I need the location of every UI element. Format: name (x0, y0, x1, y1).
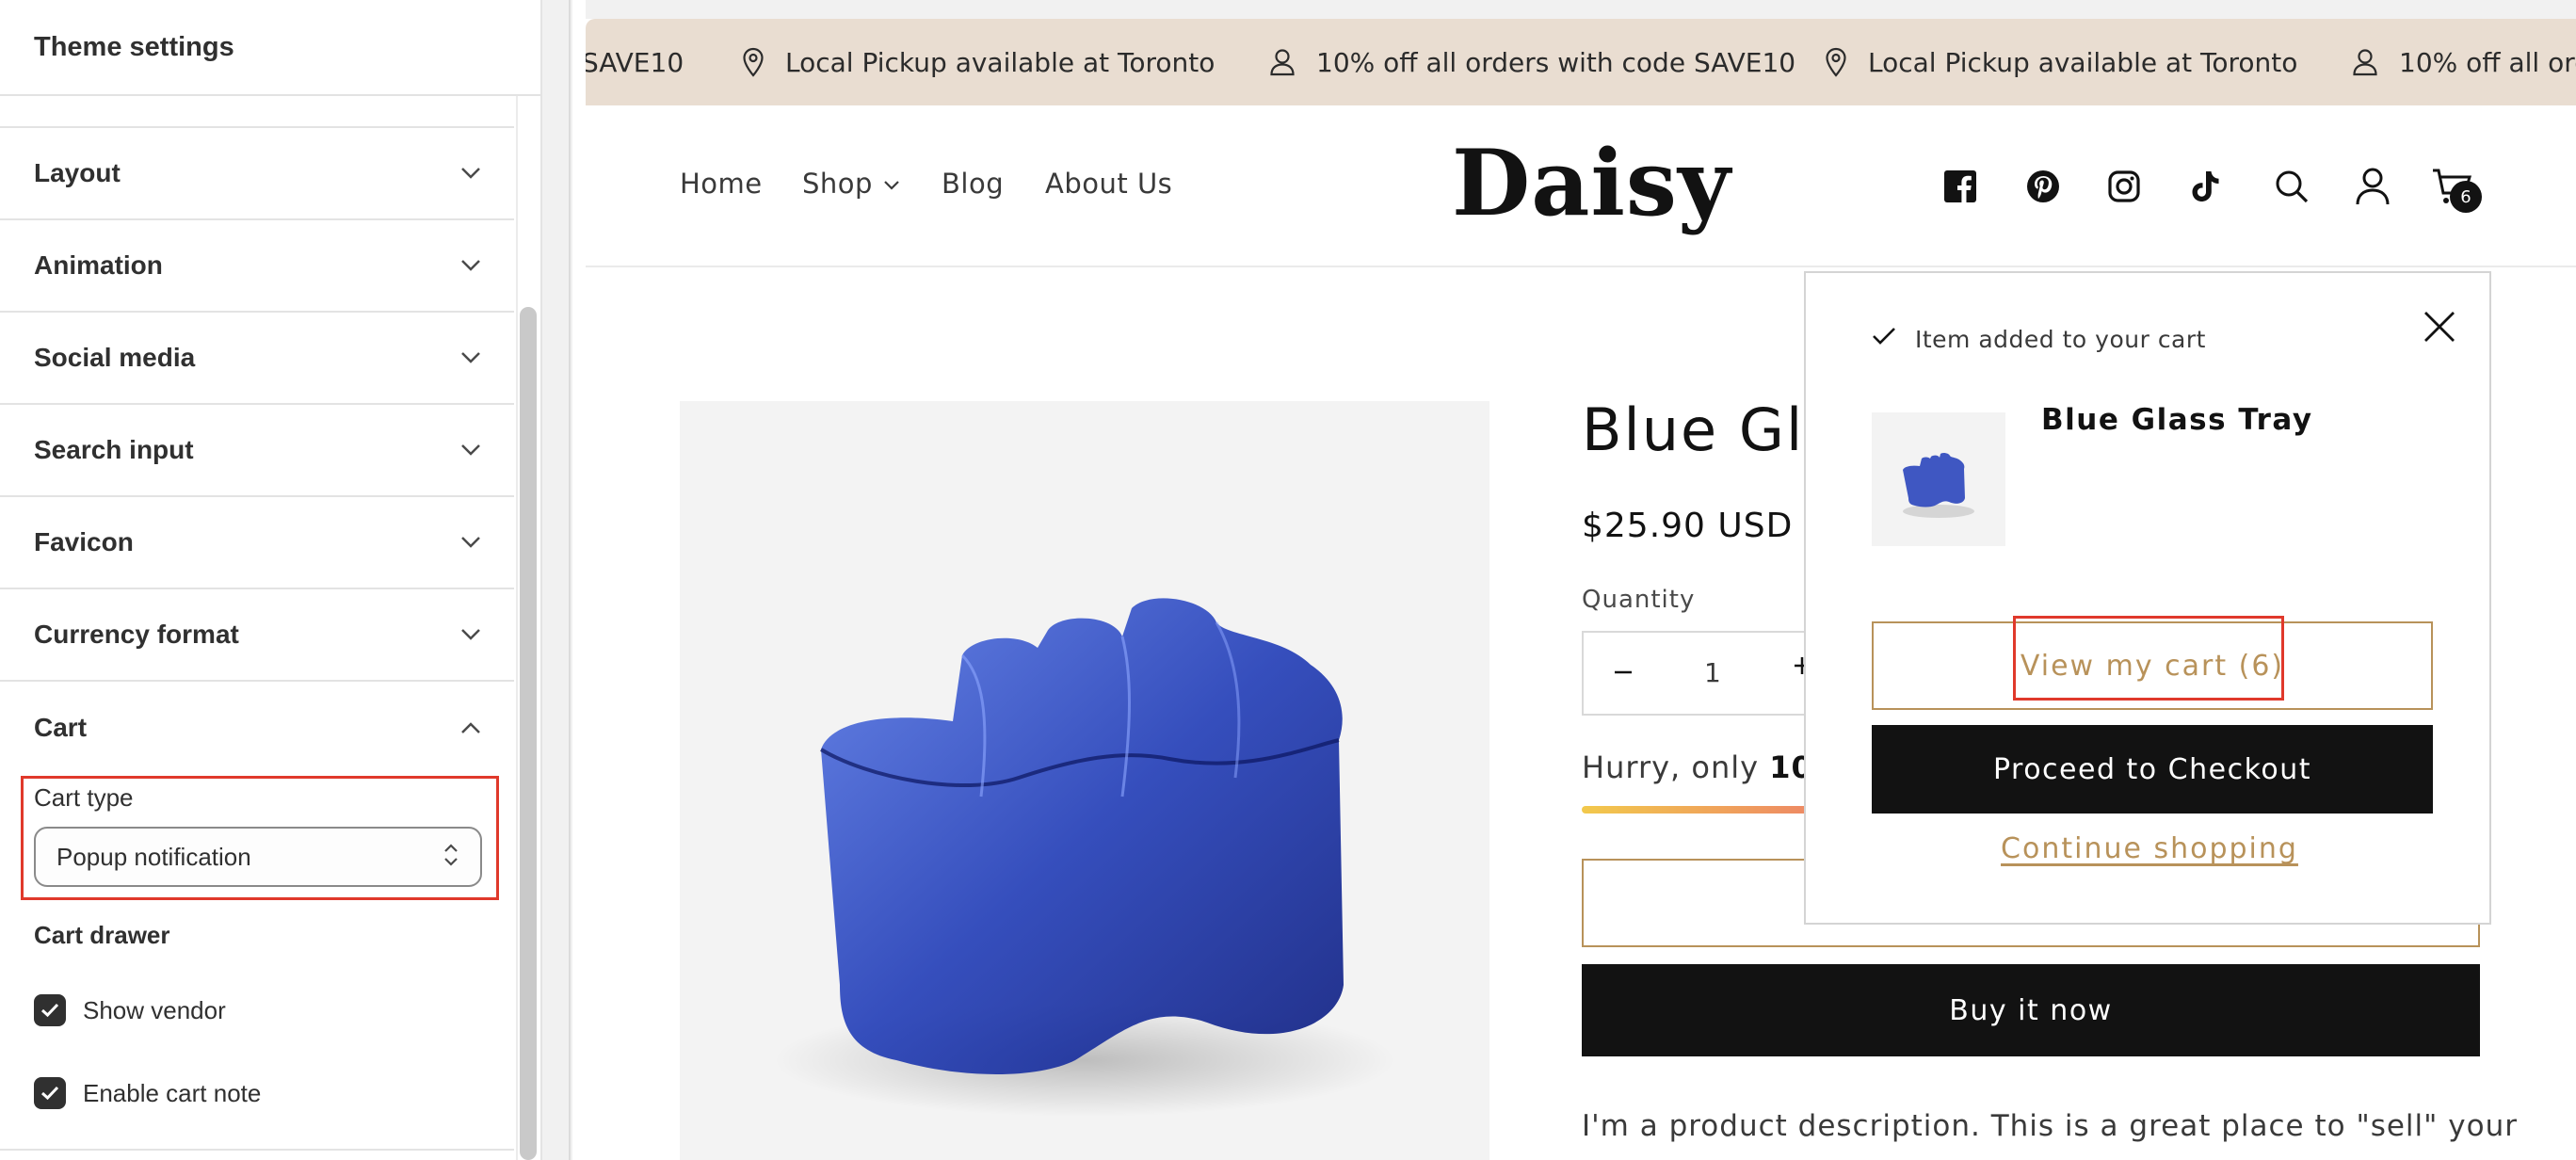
chevron-down-icon (459, 623, 482, 646)
chevron-down-icon (459, 531, 482, 554)
cart-notification-popup: Item added to your cart Blue Glass Tray … (1804, 271, 2491, 925)
quantity-label: Quantity (1582, 586, 1696, 614)
store-preview: SAVE10 Local Pickup available at Toronto… (586, 0, 2576, 1160)
search-icon[interactable] (2269, 164, 2314, 209)
panel-title: Theme settings (34, 31, 234, 62)
section-search-input[interactable]: Search input (0, 405, 514, 497)
proceed-to-checkout-button[interactable]: Proceed to Checkout (1872, 725, 2433, 814)
section-favicon[interactable]: Favicon (0, 497, 514, 589)
chevron-down-icon (459, 254, 482, 277)
facebook-icon[interactable] (1938, 164, 1983, 209)
account-icon[interactable] (2350, 164, 2395, 209)
stock-progress-bar (1582, 806, 1808, 814)
select-arrows-icon (443, 842, 459, 873)
location-pin-icon (1826, 47, 1846, 77)
nav-about-us[interactable]: About Us (1045, 168, 1172, 200)
person-icon (2353, 49, 2377, 76)
low-stock-prefix: Hurry, only (1582, 749, 1770, 785)
section-label: Cart (34, 713, 88, 742)
enable-cart-note-checkbox[interactable]: Enable cart note (34, 1077, 261, 1109)
announcement-text: 10% off all orders with code SAVE10 (2399, 46, 2576, 78)
announcement-text: 10% off all orders with code SAVE10 (1316, 46, 1796, 78)
section-animation[interactable]: Animation (0, 220, 514, 313)
quantity-stepper: 1 (1582, 631, 1810, 716)
cart-type-select[interactable]: Popup notification (34, 827, 482, 887)
cart-count-badge: 6 (2450, 181, 2482, 213)
chevron-down-icon (459, 162, 482, 185)
panel-header: Theme settings (0, 0, 540, 96)
location-pin-icon (743, 47, 764, 77)
continue-shopping-link[interactable]: Continue shopping (1806, 832, 2493, 865)
product-image[interactable] (680, 401, 1489, 1160)
announcement-text: SAVE10 (586, 46, 684, 78)
announcement-item: Local Pickup available at Toronto (1825, 19, 2297, 105)
checkmark-icon (1872, 326, 1896, 351)
low-stock-text: Hurry, only 10 i (1582, 749, 1833, 785)
close-icon[interactable] (2420, 307, 2459, 346)
chevron-up-icon (459, 717, 482, 739)
panel-scrollbar-thumb[interactable] (520, 307, 537, 1160)
announcement-item: 10% off all orders with code SAVE10 (1269, 19, 1795, 105)
section-layout[interactable]: Layout (0, 128, 514, 220)
section-label: Social media (34, 343, 196, 372)
cart-drawer-label: Cart drawer (34, 921, 170, 949)
section-label: Layout (34, 158, 121, 187)
chevron-down-icon (459, 439, 482, 461)
theme-settings-panel: Theme settings Layout Animation Social m… (0, 0, 542, 1160)
nav-blog[interactable]: Blog (942, 168, 1004, 200)
section-cart[interactable]: Cart (0, 682, 514, 774)
tiktok-icon[interactable] (2182, 164, 2228, 209)
announcement-text: Local Pickup available at Toronto (785, 46, 1216, 78)
nav-shop[interactable]: Shop (802, 168, 873, 200)
cart-item-thumbnail (1872, 412, 2005, 546)
buy-it-now-button[interactable]: Buy it now (1582, 964, 2480, 1056)
show-vendor-label: Show vendor (83, 995, 226, 1024)
section-label: Favicon (34, 527, 134, 556)
announcement-item: SAVE10 (586, 19, 684, 105)
enable-cart-note-label: Enable cart note (83, 1078, 262, 1107)
checkmark-icon (34, 994, 66, 1026)
cart-type-value: Popup notification (56, 842, 251, 871)
divider-line (569, 0, 571, 1160)
section-social-media[interactable]: Social media (0, 313, 514, 405)
person-icon (1270, 49, 1295, 76)
section-label: Animation (34, 250, 163, 280)
instagram-icon[interactable] (2101, 164, 2147, 209)
nav-home[interactable]: Home (680, 168, 763, 200)
store-logo[interactable]: Daisy (1452, 130, 1731, 236)
quantity-input[interactable]: 1 (1704, 657, 1721, 688)
announcement-item: 10% off all orders with code SAVE10 (2352, 19, 2576, 105)
checkmark-icon (34, 1077, 66, 1109)
section-label: Currency format (34, 620, 239, 649)
product-title: Blue Gla (1582, 395, 1843, 464)
chevron-down-icon (459, 346, 482, 369)
pinterest-icon[interactable] (2021, 164, 2066, 209)
announcement-bar: SAVE10 Local Pickup available at Toronto… (586, 19, 2576, 105)
product-description: I'm a product description. This is a gre… (1582, 1109, 2518, 1143)
view-cart-highlight (2013, 616, 2284, 701)
product-price: $25.90 USD (1582, 507, 1794, 545)
announcement-item: Local Pickup available at Toronto (742, 19, 1215, 105)
added-to-cart-message: Item added to your cart (1915, 326, 2206, 353)
section-currency-format[interactable]: Currency format (0, 589, 514, 682)
show-vendor-checkbox[interactable]: Show vendor (34, 994, 226, 1026)
minus-icon[interactable] (1612, 655, 1634, 692)
cart-item-name: Blue Glass Tray (2041, 403, 2313, 437)
announcement-text: Local Pickup available at Toronto (1868, 46, 2298, 78)
section-label: Search input (34, 435, 194, 464)
cart-type-label: Cart type (34, 783, 134, 812)
site-header: Home Shop Blog About Us Daisy 6 (586, 105, 2576, 267)
chevron-down-icon[interactable] (883, 179, 900, 196)
